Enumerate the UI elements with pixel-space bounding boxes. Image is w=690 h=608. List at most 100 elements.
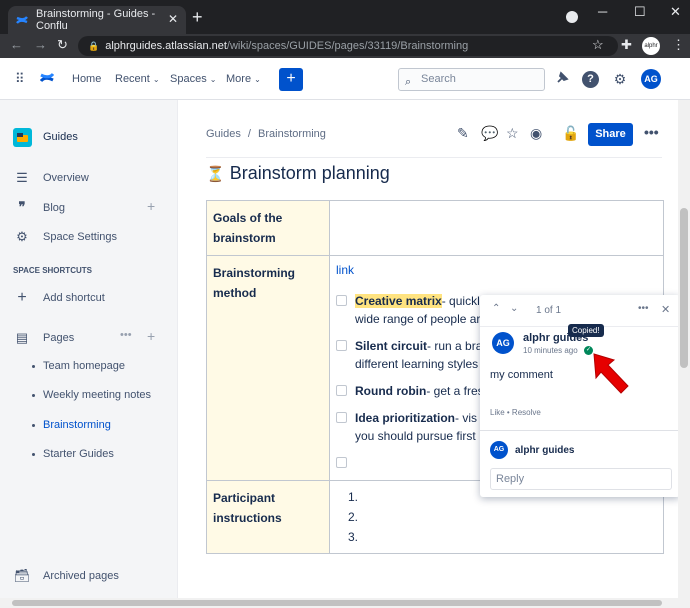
table-header-cell: Brainstorming method (206, 255, 330, 481)
task-title: Idea prioritization (355, 411, 456, 425)
shortcuts-heading: SPACE SHORTCUTS (13, 266, 92, 275)
maximize-icon[interactable]: ☐ (634, 4, 646, 20)
comment-nav-bar: ⌃ ⌄ 1 of 1 ••• ✕ (480, 295, 680, 327)
window-close-icon[interactable]: ✕ (670, 4, 681, 20)
vertical-scrollbar-thumb[interactable] (680, 208, 688, 368)
search-input[interactable]: ⌕ Search (398, 68, 545, 91)
gear-icon: ⚙ (16, 229, 28, 244)
sidebar-item-blog[interactable]: ❞ Blog (13, 200, 66, 215)
url-field[interactable]: 🔒 alphrguides.atlassian.net/wiki/spaces/… (78, 36, 618, 56)
sidebar-item-label: Overview (43, 172, 89, 184)
reply-input[interactable]: Reply (490, 468, 672, 490)
star-icon[interactable]: ☆ (506, 125, 519, 142)
add-shortcut-button[interactable]: + Add shortcut (13, 289, 104, 307)
sidebar-item-label: Space Settings (43, 231, 117, 243)
nav-recent[interactable]: Recent ⌄ (115, 73, 160, 85)
comment-actions[interactable]: Like • Resolve (490, 408, 541, 417)
back-icon[interactable]: ← (10, 37, 23, 52)
table-cell[interactable] (329, 200, 664, 256)
task-checkbox[interactable] (336, 295, 347, 306)
app-switcher-icon[interactable]: ⠿ (15, 72, 25, 85)
space-name[interactable]: Guides (43, 131, 78, 143)
next-comment-icon[interactable]: ⌄ (510, 303, 518, 314)
tab-title: Brainstorming - Guides - Conflu (36, 8, 156, 32)
task-checkbox[interactable] (336, 457, 347, 468)
task-checkbox[interactable] (336, 412, 347, 423)
help-icon[interactable]: ? (582, 71, 599, 88)
reply-author: alphr guides (515, 445, 575, 456)
list-item: 2. (348, 510, 359, 524)
breadcrumb: Guides / Brainstorming (206, 128, 326, 140)
task-checkbox[interactable] (336, 340, 347, 351)
copied-tooltip: Copied! (568, 324, 604, 337)
search-icon: ⌕ (405, 76, 412, 88)
task-checkbox[interactable] (336, 385, 347, 396)
profile-avatar[interactable]: alphr (642, 37, 660, 55)
notifications-icon[interactable] (554, 70, 572, 88)
confluence-favicon-icon (16, 14, 28, 26)
browser-menu-icon[interactable]: ⋮ (672, 37, 685, 53)
reply-avatar: AG (490, 441, 508, 459)
url-path: /wiki/spaces/GUIDES/pages/33119/Brainsto… (226, 40, 469, 52)
new-tab-button[interactable]: + (192, 8, 203, 26)
comment-icon[interactable]: 💬 (481, 125, 498, 142)
nav-more-label: More (226, 73, 252, 85)
method-link[interactable]: link (336, 263, 354, 277)
table-row: Goals of the brainstorm (206, 200, 664, 256)
add-page-icon[interactable]: + (147, 328, 155, 344)
comment-avatar: AG (492, 332, 514, 354)
share-button[interactable]: Share (588, 123, 633, 146)
url-domain: alphrguides.atlassian.net (105, 40, 227, 52)
more-options-icon[interactable]: ••• (644, 124, 659, 140)
confluence-logo-icon[interactable] (39, 71, 55, 88)
add-blog-icon[interactable]: + (147, 198, 155, 214)
prev-comment-icon[interactable]: ⌃ (492, 303, 500, 314)
table-header-cell: Goals of the brainstorm (206, 200, 330, 256)
bookmark-star-icon[interactable]: ☆ (592, 37, 604, 53)
more-actions-icon[interactable]: ••• (120, 329, 132, 341)
nav-spaces[interactable]: Spaces ⌄ (170, 73, 216, 85)
minimize-icon[interactable]: ─ (598, 4, 607, 19)
restrictions-lock-icon[interactable]: 🔓 (562, 125, 579, 142)
page-title: ⏳ Brainstorm planning (206, 163, 390, 184)
search-placeholder: Search (421, 73, 456, 85)
lock-icon: 🔒 (88, 40, 100, 51)
comment-time[interactable]: 10 minutes ago (523, 346, 578, 355)
horizontal-scrollbar-thumb[interactable] (12, 600, 662, 606)
browser-tab[interactable]: Brainstorming - Guides - Conflu ✕ (8, 6, 186, 34)
divider (480, 430, 680, 431)
tab-close-icon[interactable]: ✕ (168, 12, 178, 26)
divider (206, 157, 662, 158)
user-avatar[interactable]: AG (641, 69, 661, 89)
nav-more[interactable]: More ⌄ (226, 73, 261, 85)
watch-eye-icon[interactable]: ◉ (530, 125, 542, 142)
close-comment-icon[interactable]: ✕ (661, 303, 670, 316)
space-logo-icon[interactable] (13, 128, 32, 147)
settings-gear-icon[interactable]: ⚙ (611, 70, 629, 88)
page-tree-item-weekly-meeting-notes[interactable]: Weekly meeting notes (31, 389, 151, 401)
breadcrumb-guides[interactable]: Guides (206, 128, 241, 140)
sidebar-item-pages[interactable]: ▤ Pages (13, 330, 74, 346)
page-tree-item-team-homepage[interactable]: Team homepage (32, 360, 125, 372)
page-tree-item-brainstorming[interactable]: Brainstorming (32, 419, 111, 431)
edit-pencil-icon[interactable]: ✎ (457, 125, 469, 142)
task-text-cont: different learning styles (355, 357, 479, 371)
forward-icon[interactable]: → (34, 37, 47, 52)
archived-pages-link[interactable]: 🗃 Archived pages (13, 568, 119, 584)
plus-icon: + (17, 289, 27, 306)
comment-more-icon[interactable]: ••• (638, 303, 649, 314)
page-title-text: Brainstorm planning (229, 163, 390, 183)
task-title: Silent circuit (355, 339, 428, 353)
sidebar-item-overview[interactable]: ☰ Overview (13, 170, 89, 186)
sidebar-item-space-settings[interactable]: ⚙ Space Settings (13, 229, 117, 245)
extensions-icon[interactable]: ✚ (621, 37, 632, 53)
task-title: Creative matrix (355, 294, 442, 308)
create-button[interactable]: + (279, 68, 303, 91)
reload-icon[interactable]: ↻ (57, 37, 68, 53)
chevron-down-icon: ⌄ (152, 75, 160, 84)
task-text-cont: you should pursue first (355, 429, 476, 443)
page-tree-item-starter-guides[interactable]: Starter Guides (32, 448, 114, 460)
breadcrumb-brainstorming[interactable]: Brainstorming (258, 128, 326, 140)
sidebar-item-label: Blog (43, 201, 66, 214)
nav-home[interactable]: Home (72, 73, 101, 85)
